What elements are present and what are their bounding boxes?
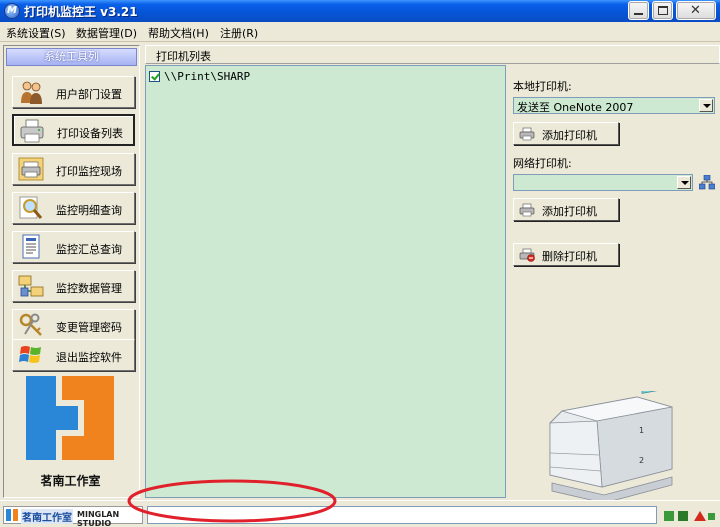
chevron-down-icon[interactable] [699, 99, 713, 112]
sidebar-item-user-dept[interactable]: 用户部门设置 [12, 76, 135, 108]
sidebar-header: 系统工具列 [6, 48, 137, 66]
sidebar-item-change-password[interactable]: 变更管理密码 [12, 309, 135, 341]
report-icon [22, 234, 40, 259]
printer-checkbox[interactable] [149, 70, 160, 82]
sidebar-item-detail-query[interactable]: 监控明细查询 [12, 192, 135, 224]
add-local-printer-button[interactable]: 添加打印机 [513, 122, 619, 145]
printer-icon [20, 119, 44, 143]
studio-logo [26, 376, 114, 460]
title-bar: M 打印机监控王 v3.21 ✕ [0, 0, 720, 22]
minimize-icon [634, 13, 643, 15]
maximize-icon [658, 6, 668, 15]
sidebar-item-label: 监控数据管理 [56, 282, 122, 295]
maximize-button[interactable] [652, 1, 673, 20]
chevron-down-icon[interactable] [677, 176, 691, 189]
windows-flag-icon [19, 346, 41, 363]
printer-monitor-icon [18, 157, 44, 181]
status-bar: 茗南工作室 MINGLAN STUDIO [0, 500, 720, 527]
tray-icons [664, 511, 715, 521]
sidebar-item-data-manage[interactable]: 监控数据管理 [12, 270, 135, 302]
sidebar: 系统工具列 用户部门设置 打印设备列表 打印监控现场 监控明细查询 监控汇总查询… [3, 45, 140, 498]
network-printer-select[interactable] [513, 174, 693, 191]
sidebar-item-label: 变更管理密码 [56, 321, 122, 334]
printer-list[interactable]: \\Print\SHARP [145, 65, 506, 498]
sidebar-item-printer-list[interactable]: 打印设备列表 [12, 114, 135, 146]
printer-name: \\Print\SHARP [164, 69, 251, 83]
menu-bar: 系统设置(S) 数据管理(D) 帮助文档(H) 注册(R) [0, 22, 720, 42]
sidebar-item-exit[interactable]: 退出监控软件 [12, 339, 135, 371]
svg-text:1: 1 [639, 426, 644, 435]
network-icon[interactable] [699, 175, 715, 190]
sidebar-item-label: 退出监控软件 [56, 351, 122, 364]
status-logo-en: MINGLAN STUDIO [77, 510, 120, 527]
local-printer-select[interactable]: 发送至 OneNote 2007 [513, 97, 715, 114]
add-printer-icon [519, 203, 535, 217]
data-manage-icon [18, 275, 44, 297]
sidebar-item-label: 用户部门设置 [56, 88, 122, 101]
studio-name: 茗南工作室 [40, 474, 101, 488]
local-printer-label: 本地打印机: [513, 80, 572, 93]
printer-list-header: 打印机列表 [145, 45, 720, 64]
users-icon [21, 81, 42, 104]
sidebar-item-label: 打印设备列表 [57, 127, 123, 140]
magnifier-icon [19, 196, 43, 219]
add-printer-label: 添加打印机 [542, 205, 597, 218]
studio-mini-logo-icon [6, 509, 18, 521]
add-printer-icon [519, 127, 535, 141]
sidebar-item-print-monitor[interactable]: 打印监控现场 [12, 153, 135, 185]
printer-settings-panel: 本地打印机: 发送至 OneNote 2007 添加打印机 网络打印机: 添加打… [507, 65, 720, 503]
delete-printer-label: 删除打印机 [542, 250, 597, 263]
local-printer-value: 发送至 OneNote 2007 [517, 101, 634, 114]
add-network-printer-button[interactable]: 添加打印机 [513, 198, 619, 221]
status-message [147, 506, 657, 524]
keys-icon [19, 313, 42, 336]
sidebar-item-label: 监控明细查询 [56, 204, 122, 217]
network-printer-label: 网络打印机: [513, 157, 572, 170]
menu-help[interactable]: 帮助文档(H) [148, 25, 209, 41]
menu-data-management[interactable]: 数据管理(D) [76, 25, 137, 41]
delete-printer-icon [519, 248, 535, 262]
close-button[interactable]: ✕ [676, 1, 716, 20]
printer-list-title: 打印机列表 [156, 50, 211, 63]
svg-text:2: 2 [639, 456, 644, 465]
status-studio-logo: 茗南工作室 MINGLAN STUDIO [3, 506, 143, 527]
menu-register[interactable]: 注册(R) [220, 25, 258, 41]
status-logo-cn: 茗南工作室 [21, 509, 73, 524]
minimize-button[interactable] [628, 1, 649, 20]
delete-printer-button[interactable]: 删除打印机 [513, 243, 619, 266]
menu-system-settings[interactable]: 系统设置(S) [6, 25, 66, 41]
close-icon: ✕ [690, 3, 701, 18]
sidebar-item-label: 打印监控现场 [56, 165, 122, 178]
sidebar-item-label: 监控汇总查询 [56, 243, 122, 256]
list-item[interactable]: \\Print\SHARP [149, 69, 250, 83]
printer-illustration: 1 2 [549, 391, 673, 503]
app-icon: M [4, 3, 20, 19]
window-title: 打印机监控王 v3.21 [24, 5, 138, 19]
add-printer-label: 添加打印机 [542, 129, 597, 142]
sidebar-item-summary-query[interactable]: 监控汇总查询 [12, 231, 135, 263]
